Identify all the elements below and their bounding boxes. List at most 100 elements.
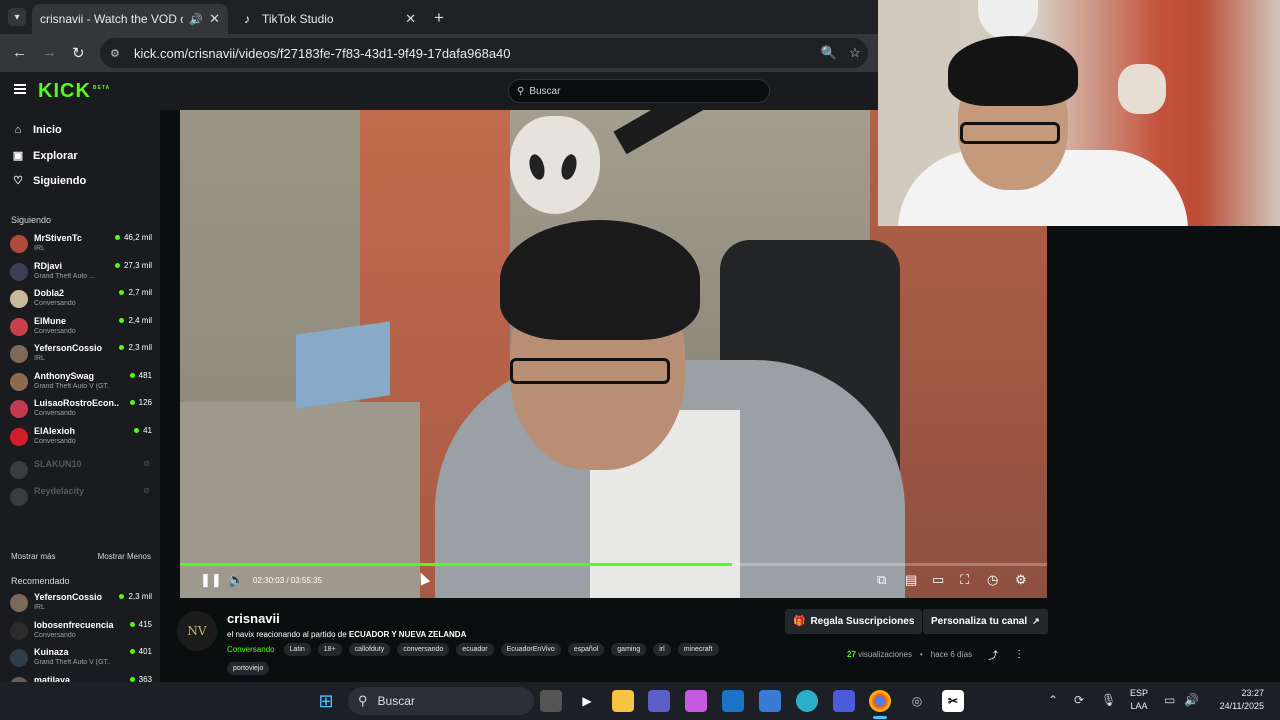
stream-tag[interactable]: EcuadorEnVivo bbox=[500, 643, 561, 656]
stream-tag[interactable]: minecraft bbox=[677, 643, 719, 656]
system-clock[interactable]: 23:27 24/11/2025 bbox=[1204, 687, 1264, 713]
channel-name: SLAKUN10 bbox=[34, 459, 82, 469]
more-options-icon[interactable]: ⋮ bbox=[1014, 649, 1024, 660]
nav-explorar[interactable]: ▣ Explorar bbox=[12, 149, 78, 163]
stream-tag[interactable]: 18+ bbox=[317, 643, 342, 656]
sidebar-channel[interactable]: lobosenfrecuencia Conversando 415 bbox=[10, 620, 152, 647]
nav-siguiendo[interactable]: ♡ Siguiendo bbox=[12, 174, 86, 188]
channel-category: Conversando bbox=[34, 327, 76, 335]
windows-start-icon[interactable]: ⊞ bbox=[315, 690, 337, 712]
show-hidden-icons-icon[interactable]: ⌃ bbox=[1048, 693, 1058, 707]
display-icon[interactable]: ▭ bbox=[1164, 693, 1175, 707]
new-tab-icon[interactable]: + bbox=[434, 8, 444, 28]
sidebar-channel[interactable]: Kuinaza Grand Theft Auto V (GT... 401 bbox=[10, 647, 152, 674]
obs-icon[interactable]: ◎ bbox=[906, 690, 928, 712]
edge-icon[interactable] bbox=[796, 690, 818, 712]
tab-kick[interactable]: K crisnavii - Watch the VOD o 🔊 ✕ bbox=[32, 4, 228, 90]
sidebar-channel[interactable]: AnthonySwag Grand Theft Auto V (GT... 481 bbox=[10, 371, 152, 398]
seek-bar[interactable] bbox=[180, 563, 1047, 566]
stream-tag[interactable]: callofduty bbox=[348, 643, 391, 656]
tab-tiktok[interactable]: ♪ TikTok Studio ✕ bbox=[232, 4, 424, 34]
sidebar-channel[interactable]: Dobla2 Conversando 2,7 mil bbox=[10, 288, 152, 315]
sidebar-channel[interactable]: LuisaoRostroEcon... Conversando 126 bbox=[10, 398, 152, 425]
channel-category: IRL bbox=[34, 355, 45, 362]
menu-icon[interactable] bbox=[14, 84, 26, 94]
forward-icon[interactable]: → bbox=[42, 44, 57, 61]
following-offline-channel[interactable]: SLAKUN10 ⊘ bbox=[10, 459, 152, 486]
microphone-icon[interactable]: 🎙 bbox=[1101, 693, 1116, 707]
sidebar: ⌂ Inicio ▣ Explorar ♡ Siguiendo Siguiendo M… bbox=[0, 110, 160, 720]
miniplayer-icon[interactable]: ⧉ bbox=[877, 572, 886, 588]
sidebar-channel[interactable]: MrStivenTc IRL 46,2 mil bbox=[10, 233, 152, 260]
site-info-icon[interactable]: ⚙ bbox=[110, 47, 124, 60]
capcut-icon[interactable]: ✂ bbox=[942, 690, 964, 712]
sidebar-channel[interactable]: RDjavi Grand Theft Auto ... 27,3 mil bbox=[10, 261, 152, 288]
stream-tag[interactable]: irl bbox=[653, 643, 671, 656]
close-tab-icon[interactable]: ✕ bbox=[209, 11, 220, 27]
kick-logo[interactable]: KICK BETA bbox=[38, 80, 110, 103]
search-input[interactable]: ⚲ Buscar bbox=[508, 79, 770, 103]
stream-tag[interactable]: Latin bbox=[283, 643, 311, 656]
playback-time: 02:30:03 / 03:55:35 bbox=[253, 576, 322, 585]
bookmark-star-icon[interactable]: ☆ bbox=[842, 45, 868, 61]
audio-playing-icon[interactable]: 🔊 bbox=[189, 13, 203, 26]
url-text[interactable]: kick.com/crisnavii/videos/f27183fe-7f83-… bbox=[134, 46, 816, 61]
taskbar-search[interactable]: ⚲ Buscar bbox=[348, 687, 534, 715]
chrome-icon[interactable] bbox=[869, 690, 891, 712]
viewer-count: 415 bbox=[130, 620, 152, 629]
pip-icon[interactable]: ▤ bbox=[905, 572, 917, 588]
category-link[interactable]: Conversando bbox=[227, 645, 275, 654]
address-toolbar: ← → ↻ ⚙ kick.com/crisnavii/videos/f27183… bbox=[0, 34, 878, 72]
outlook-icon[interactable] bbox=[722, 690, 744, 712]
store-icon[interactable] bbox=[759, 690, 781, 712]
speed-icon[interactable]: ◷ bbox=[987, 572, 998, 588]
language-indicator[interactable]: ESP LAA bbox=[1130, 687, 1148, 713]
copilot-icon[interactable] bbox=[685, 690, 707, 712]
app-icon[interactable] bbox=[833, 690, 855, 712]
nav-inicio[interactable]: ⌂ Inicio bbox=[12, 124, 62, 136]
back-icon[interactable]: ← bbox=[12, 44, 27, 61]
channel-name: YefersonCossio bbox=[34, 343, 103, 353]
pause-icon[interactable]: ❚❚ bbox=[200, 572, 222, 588]
customize-channel-button[interactable]: Personaliza tu canal ↗ bbox=[923, 609, 1048, 634]
theater-mode-icon[interactable]: ▭ bbox=[932, 572, 944, 588]
file-explorer-icon[interactable] bbox=[612, 690, 634, 712]
zoom-icon[interactable]: 🔍 bbox=[816, 45, 842, 61]
sidebar-channel[interactable]: YefersonCossio IRL 2,3 mil bbox=[10, 343, 152, 370]
show-less-button[interactable]: Mostrar Menos bbox=[98, 552, 151, 561]
fullscreen-icon[interactable]: ⛶ bbox=[960, 572, 969, 588]
channel-name: Dobla2 bbox=[34, 288, 65, 298]
volume-icon[interactable]: 🔈 bbox=[228, 572, 244, 588]
gift-subs-button[interactable]: 🎁 Regala Suscripciones bbox=[785, 609, 923, 634]
task-view-icon[interactable] bbox=[540, 690, 562, 712]
channel-name: lobosenfrecuencia bbox=[34, 619, 114, 630]
sidebar-channel[interactable]: ElMune Conversando 2,4 mil bbox=[10, 316, 152, 343]
channel-avatar[interactable]: NV bbox=[177, 611, 217, 651]
tab-search-button[interactable]: ▾ bbox=[8, 8, 26, 26]
stream-tag[interactable]: portoviejo bbox=[227, 662, 270, 675]
following-offline-channel[interactable]: Reydelacity ⊘ bbox=[10, 486, 152, 513]
stream-tag[interactable]: español bbox=[567, 643, 605, 656]
sidebar-channel[interactable]: ElAlexioh Conversando 41 bbox=[10, 426, 152, 453]
sync-icon[interactable]: ⟳ bbox=[1074, 693, 1084, 707]
show-more-button[interactable]: Mostrar más bbox=[11, 552, 55, 561]
reload-icon[interactable]: ↻ bbox=[72, 44, 85, 62]
volume-icon[interactable]: 🔊 bbox=[1184, 693, 1199, 707]
close-tab-icon[interactable]: ✕ bbox=[405, 11, 416, 27]
stream-tag[interactable]: gaming bbox=[611, 643, 647, 656]
settings-gear-icon[interactable]: ⚙ bbox=[1015, 572, 1027, 588]
stream-info: NV crisnavii el navix reacionando al par… bbox=[160, 598, 1067, 682]
teams-icon[interactable] bbox=[648, 690, 670, 712]
share-icon[interactable]: ⤴ bbox=[988, 647, 998, 662]
stream-tag[interactable]: conversando bbox=[397, 643, 450, 656]
nav-label: Explorar bbox=[33, 149, 78, 162]
video-frame-box bbox=[296, 321, 390, 409]
gift-icon: 🎁 bbox=[793, 616, 806, 627]
address-bar[interactable]: ⚙ kick.com/crisnavii/videos/f27183fe-7f8… bbox=[100, 38, 868, 68]
channel-name[interactable]: crisnavii bbox=[227, 611, 280, 626]
media-app-icon[interactable]: ▶ bbox=[576, 690, 598, 712]
title-text: el navix reacionando al partido de bbox=[227, 630, 349, 639]
stream-tag[interactable]: ecuador bbox=[456, 643, 494, 656]
channel-category: IRL bbox=[34, 245, 45, 252]
sidebar-channel[interactable]: YefersonCossio IRL 2,3 mil bbox=[10, 592, 152, 619]
